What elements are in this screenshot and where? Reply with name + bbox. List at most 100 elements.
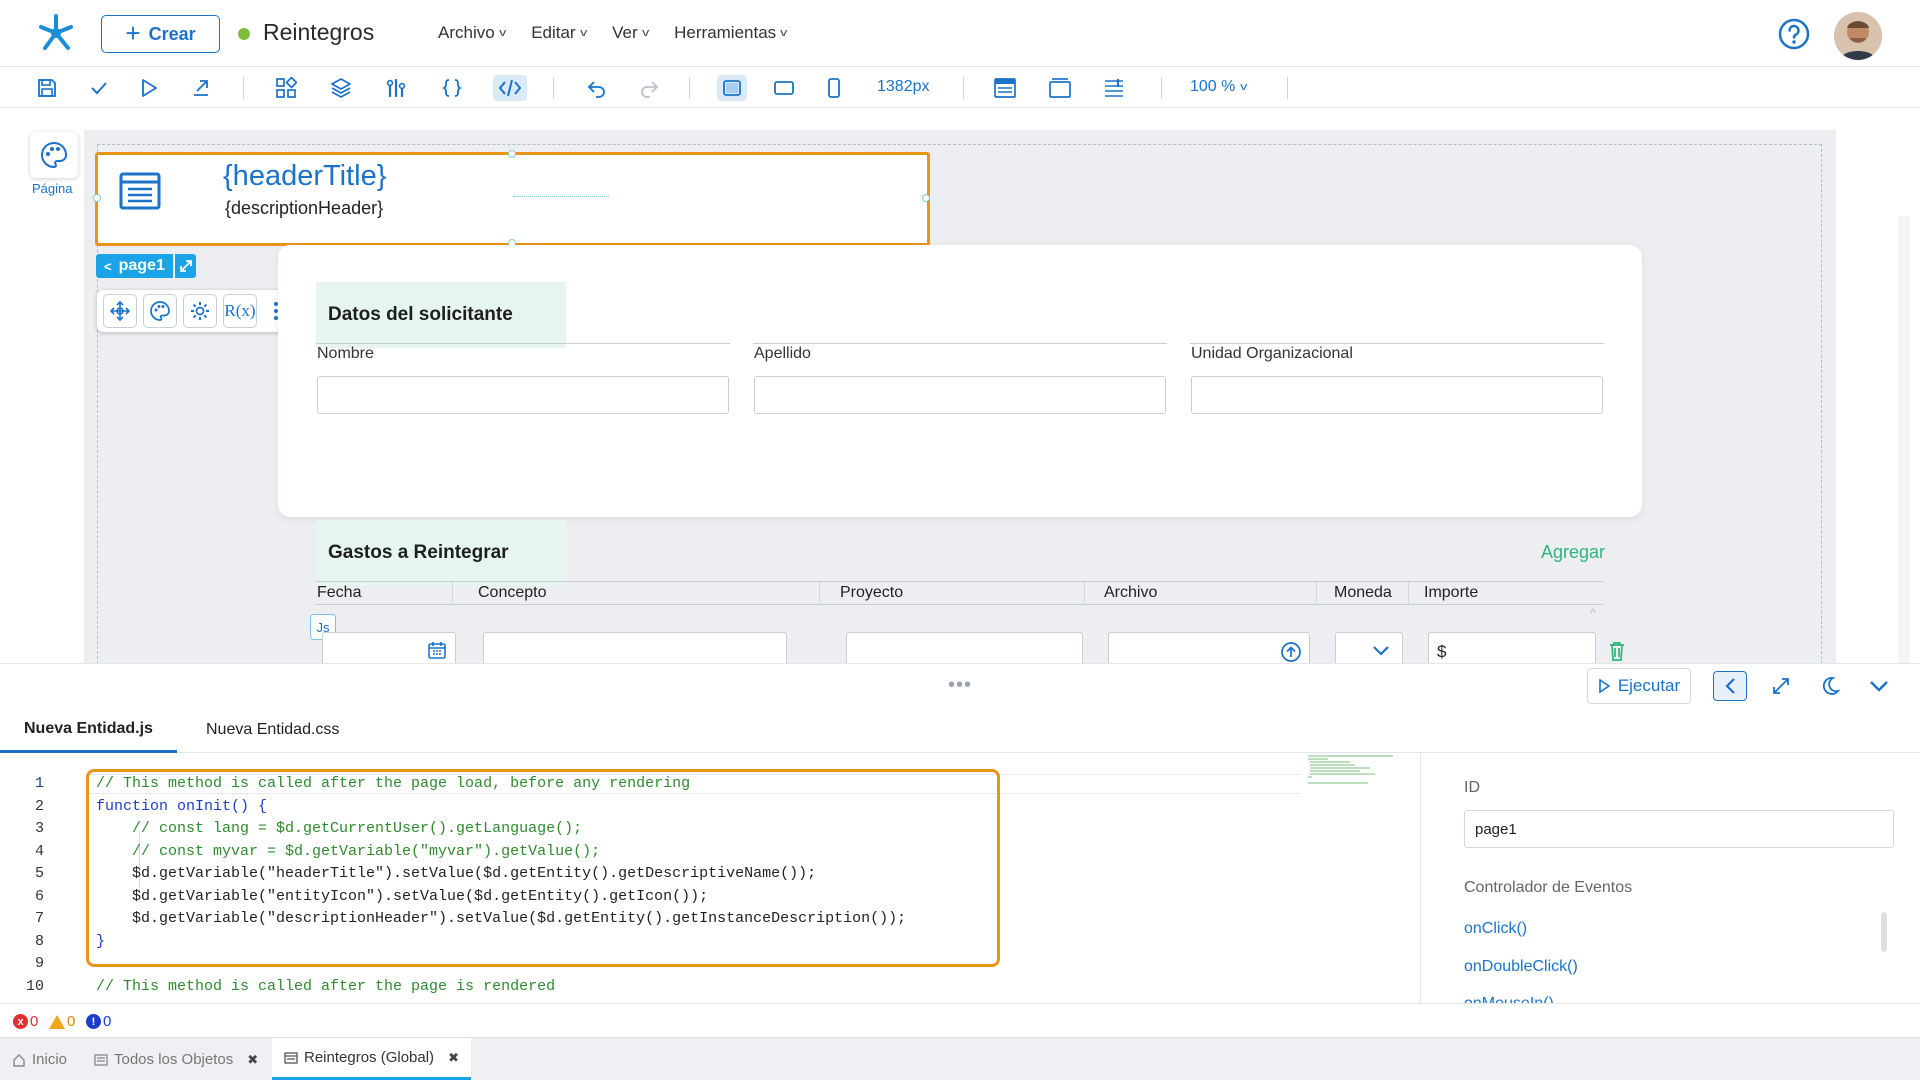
page-style-button[interactable] — [30, 132, 78, 178]
add-row-link[interactable]: Agregar — [1541, 542, 1605, 563]
palette-icon[interactable] — [143, 294, 177, 328]
code-highlight-box — [86, 769, 1000, 967]
undo-icon[interactable] — [583, 75, 611, 101]
tab-home[interactable]: Inicio — [0, 1038, 79, 1080]
resize-handle[interactable] — [508, 150, 516, 158]
editor-splitter[interactable]: ••• Ejecutar — [0, 663, 1920, 707]
tab-all-objects[interactable]: Todos los Objetos ✖ — [82, 1038, 270, 1080]
apellido-input[interactable] — [754, 376, 1166, 414]
importe-input[interactable] — [1428, 632, 1596, 666]
run-button[interactable]: Ejecutar — [1587, 668, 1691, 704]
mobile-view-icon[interactable] — [820, 75, 848, 101]
resize-handle[interactable] — [922, 194, 930, 202]
event-onmousein[interactable]: onMouseIn() — [1464, 995, 1554, 1003]
upload-icon[interactable] — [1280, 641, 1302, 663]
menu-archivo[interactable]: Archivo v — [438, 23, 507, 43]
proyecto-input[interactable] — [846, 632, 1083, 666]
components-icon[interactable] — [272, 75, 300, 101]
zoom-select[interactable]: 100 % v — [1190, 78, 1248, 96]
avatar[interactable] — [1834, 12, 1882, 60]
column-header-importe: Importe — [1424, 584, 1479, 601]
canvas-width-value[interactable]: 1382px — [877, 78, 930, 96]
expand-icon[interactable] — [174, 254, 196, 278]
close-icon[interactable]: ✖ — [247, 1052, 258, 1068]
line-number: 8 — [34, 932, 44, 950]
variables-icon[interactable] — [382, 75, 410, 101]
menu-editar[interactable]: Editar v — [531, 23, 587, 43]
currency-symbol: $ — [1437, 642, 1447, 661]
toolbar: 1382px 100 % v — [0, 67, 1920, 108]
top-bar: + Crear Reintegros Archivo v Editar v Ver v… — [0, 0, 1920, 67]
id-input[interactable]: page1 — [1464, 810, 1894, 848]
warning-count[interactable]: 0 — [49, 1013, 75, 1030]
properties-scrollbar[interactable] — [1881, 912, 1887, 952]
chevron-down-icon[interactable] — [1862, 671, 1896, 701]
list-icon — [94, 1053, 108, 1066]
menu-ver[interactable]: Ver v — [612, 23, 649, 43]
page-breadcrumb-tag[interactable]: < page1 — [96, 254, 173, 278]
redo-icon[interactable] — [635, 75, 663, 101]
chevron-down-icon: v — [579, 27, 587, 39]
toolbar-divider — [243, 77, 244, 99]
chevron-down-icon: v — [498, 27, 507, 39]
header-title: {headerTitle} — [223, 160, 387, 192]
frame-layout-icon[interactable] — [1046, 75, 1074, 101]
concepto-input[interactable] — [483, 632, 787, 666]
save-icon[interactable] — [33, 75, 61, 101]
close-icon[interactable]: ✖ — [448, 1050, 459, 1066]
nombre-input[interactable] — [317, 376, 729, 414]
trash-icon[interactable] — [1608, 641, 1626, 661]
maximize-icon[interactable] — [1764, 671, 1798, 701]
event-onclick[interactable]: onClick() — [1464, 920, 1527, 938]
toolbar-divider — [1287, 77, 1288, 99]
code-icon[interactable] — [493, 75, 527, 101]
column-header-fecha: Fecha — [317, 584, 362, 601]
move-icon[interactable] — [103, 294, 137, 328]
menu-herramientas[interactable]: Herramientas v — [674, 23, 787, 43]
app-logo-icon[interactable] — [36, 12, 76, 52]
chevron-up-icon[interactable]: ^ — [1590, 606, 1596, 620]
form-icon — [118, 169, 162, 213]
menu-bar: Archivo v Editar v Ver v Herramientas v — [438, 23, 788, 43]
tab-css-file[interactable]: Nueva Entidad.css — [182, 707, 363, 753]
component-toolbar: R(x) — [97, 290, 303, 332]
header-layout-icon[interactable] — [991, 75, 1019, 101]
canvas-scrollbar[interactable] — [1898, 216, 1910, 663]
unidad-organizacional-input[interactable] — [1191, 376, 1603, 414]
moneda-select[interactable] — [1335, 632, 1403, 666]
calendar-icon[interactable] — [427, 640, 447, 660]
check-icon[interactable] — [85, 75, 113, 101]
field-divider — [1190, 343, 1604, 344]
event-ondoubleclick[interactable]: onDoubleClick() — [1464, 958, 1578, 976]
settings-gear-icon[interactable] — [183, 294, 217, 328]
error-count[interactable]: x0 — [13, 1013, 38, 1030]
create-button[interactable]: + Crear — [101, 15, 220, 53]
help-icon[interactable] — [1778, 18, 1810, 50]
info-count[interactable]: ! 0 — [86, 1013, 111, 1030]
line-number: 10 — [25, 977, 44, 995]
tab-reintegros[interactable]: Reintegros (Global) ✖ — [272, 1038, 471, 1080]
tablet-view-icon[interactable] — [770, 75, 798, 101]
status-bar: x0 0 ! 0 — [0, 1003, 1920, 1037]
tab-js-file[interactable]: Nueva Entidad.js — [0, 707, 177, 753]
chevron-down-icon[interactable] — [1372, 645, 1390, 657]
field-divider — [753, 343, 1167, 344]
rules-icon[interactable]: R(x) — [223, 294, 257, 328]
form-icon — [284, 1051, 298, 1064]
code-minimap[interactable] — [1306, 753, 1416, 793]
play-icon[interactable] — [135, 75, 163, 101]
align-layout-icon[interactable] — [1100, 75, 1128, 101]
column-divider — [452, 582, 453, 604]
collapse-left-icon[interactable] — [1713, 671, 1747, 701]
publish-icon[interactable] — [187, 75, 215, 101]
dark-mode-icon[interactable] — [1813, 671, 1847, 701]
drag-handle-icon[interactable]: ••• — [948, 675, 972, 695]
layers-icon[interactable] — [327, 75, 355, 101]
resize-handle[interactable] — [93, 194, 101, 202]
braces-icon[interactable] — [438, 75, 466, 101]
page-header-component[interactable]: {headerTitle} {descriptionHeader} — [93, 150, 930, 247]
toolbar-divider — [1161, 77, 1162, 99]
code-editor[interactable]: 1 2 3 4 5 6 7 8 9 10 // This method is c… — [0, 753, 1420, 1003]
document-title: Reintegros — [263, 19, 375, 45]
desktop-view-icon[interactable] — [717, 75, 747, 101]
